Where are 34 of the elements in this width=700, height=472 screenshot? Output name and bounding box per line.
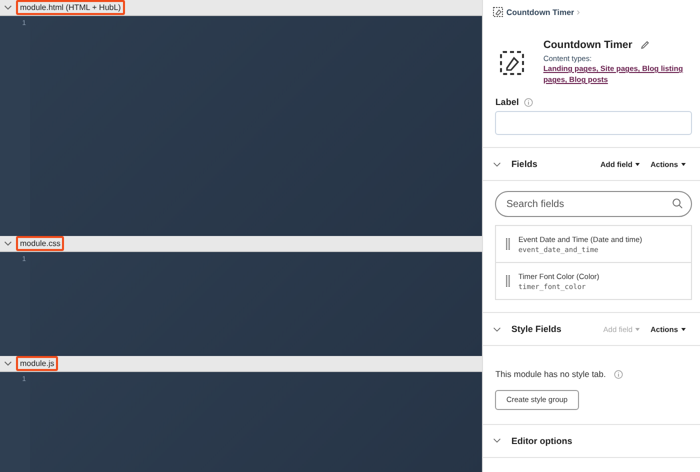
chevron-icon[interactable] [4, 241, 12, 246]
caret-icon [635, 162, 640, 166]
search-field[interactable]: Search fields [495, 191, 692, 217]
module-icon [493, 7, 504, 17]
pencil-icon[interactable] [640, 40, 650, 50]
caret-icon [635, 328, 640, 330]
chevron-icon[interactable] [493, 326, 502, 332]
chevron-icon[interactable] [4, 5, 12, 10]
editor-header[interactable]: module.js [0, 356, 482, 372]
chevron-icon[interactable] [4, 360, 12, 366]
chevron-icon[interactable] [493, 438, 502, 443]
file-name: module.html (HTML + HubL) [16, 0, 125, 15]
editor-header[interactable]: module.css [0, 236, 482, 252]
module-icon [500, 51, 524, 75]
chevron-icon[interactable] [493, 162, 502, 166]
section-title: Editor options [511, 436, 572, 446]
file-name: module.css [16, 236, 64, 252]
breadcrumb-link[interactable]: Countdown Timer [506, 8, 574, 16]
drag-handle-icon[interactable] [506, 238, 510, 250]
section-title: Style Fields [511, 324, 562, 334]
module-name: Countdown Timer [543, 39, 632, 51]
info-icon[interactable] [524, 98, 533, 106]
field-label: Label [495, 97, 519, 107]
search-icon [672, 198, 683, 209]
chevron-icon [577, 10, 580, 14]
caret-icon [681, 162, 686, 166]
caret-icon [681, 328, 686, 330]
info-icon[interactable] [614, 370, 623, 378]
info-message: This module has no style tab. [495, 369, 606, 379]
drag-handle-icon[interactable] [506, 275, 510, 287]
label-input-field[interactable] [495, 111, 692, 135]
editor-header[interactable]: module.html (HTML + HubL) [0, 0, 482, 16]
file-name: module.js [16, 356, 58, 371]
section-title: Fields [511, 159, 538, 169]
